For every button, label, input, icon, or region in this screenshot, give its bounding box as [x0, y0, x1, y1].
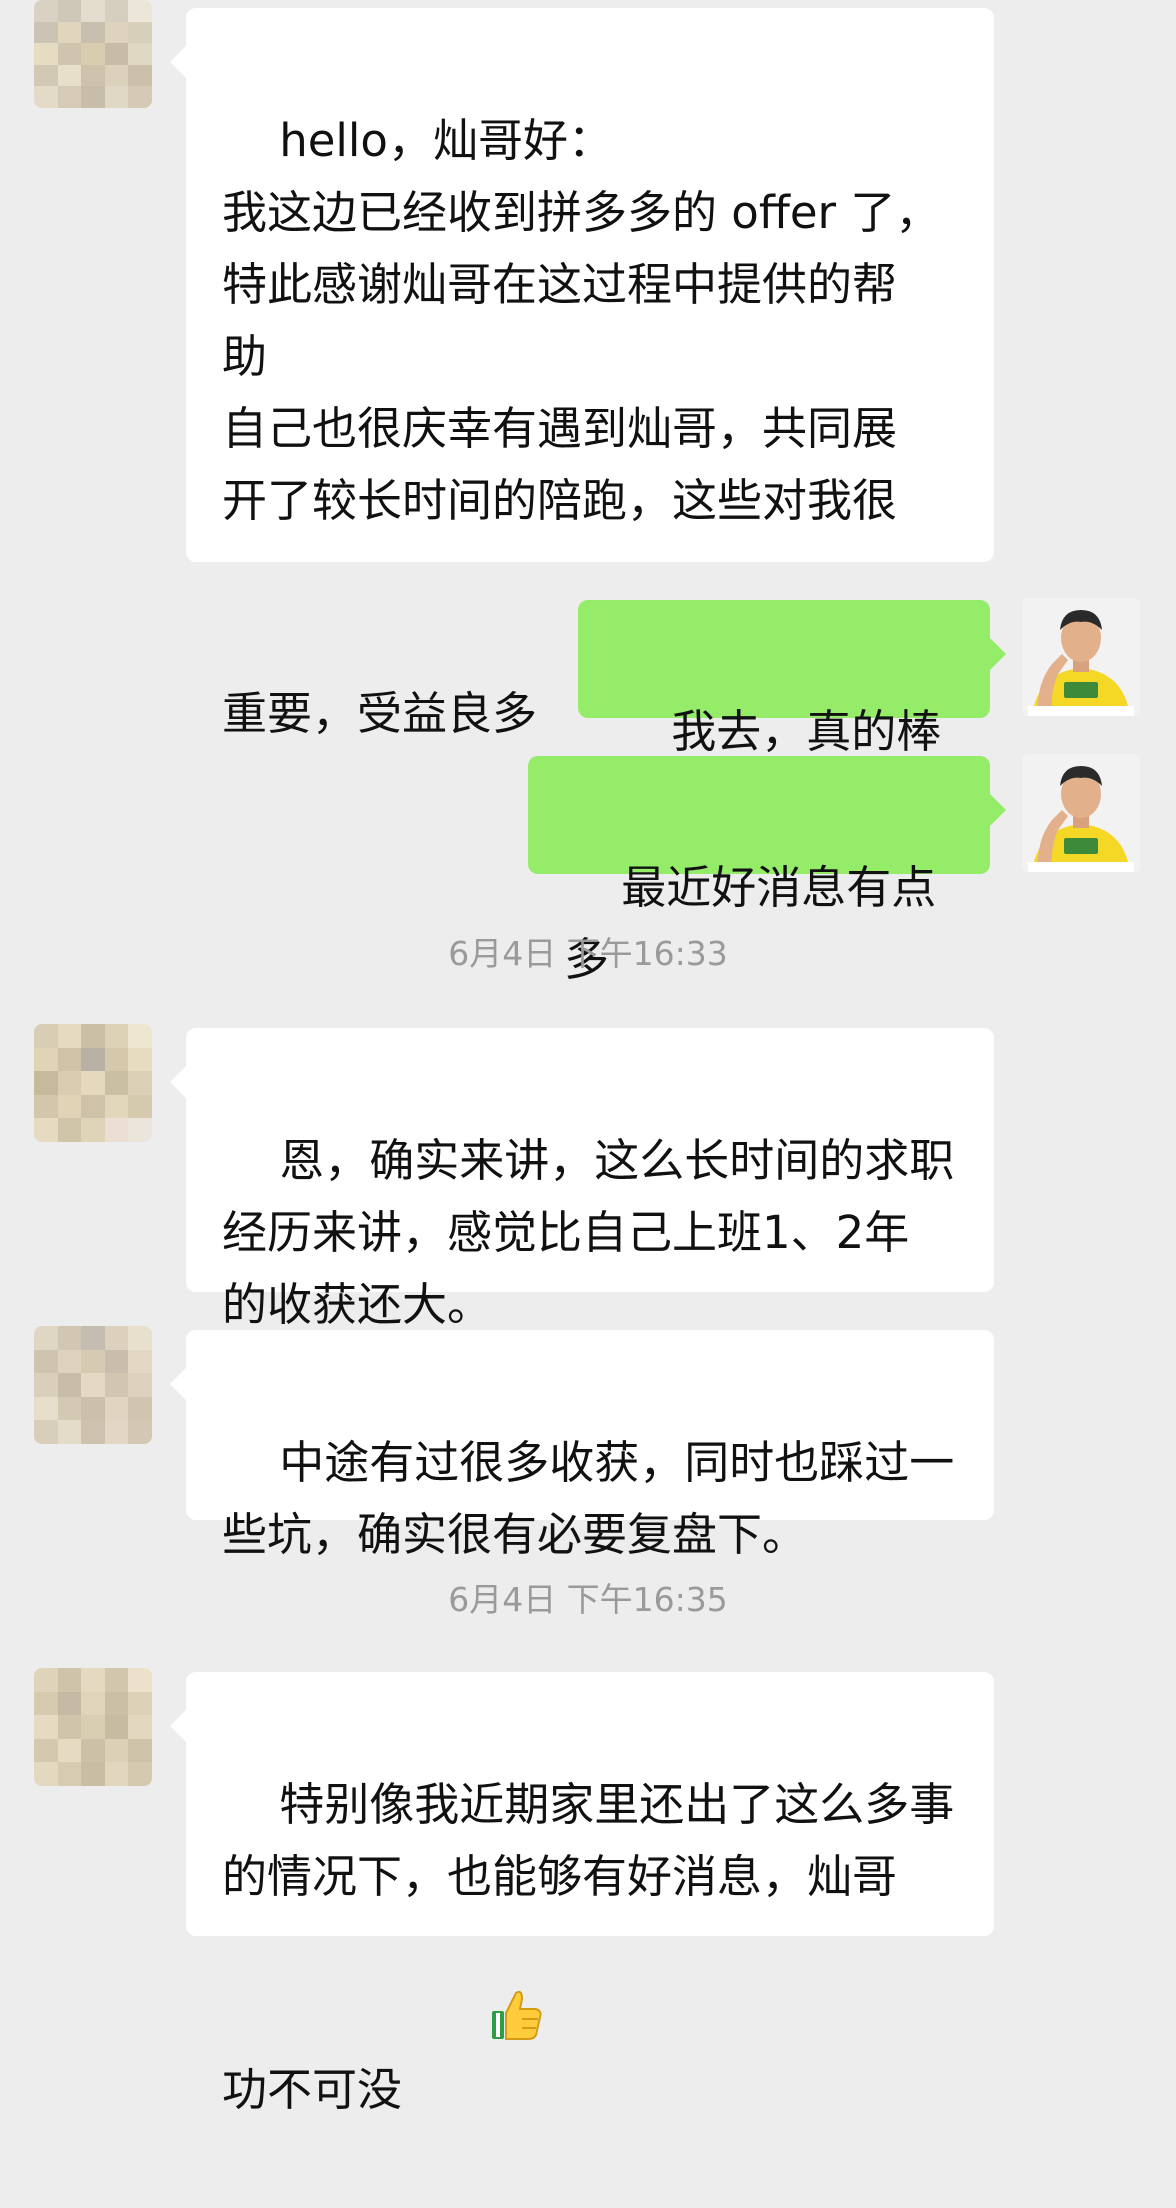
message-bubble-sent[interactable]: 最近好消息有点多 [528, 756, 1006, 986]
message-bubble-received[interactable]: hello，灿哥好： 我这边已经收到拼多多的 offer 了， 特此感谢灿哥在这… [170, 8, 994, 740]
message-bubble-sent[interactable]: 我去，真的棒啊 [578, 600, 1006, 830]
message-bubble-received[interactable]: 特别像我近期家里还出了这么多事 的情况下，也能够有好消息，灿哥 功不可没 [170, 1672, 994, 2116]
message-bubble-received[interactable]: 恩，确实来讲，这么长时间的求职 经历来讲，感觉比自己上班1、2年 的收获还大。 [170, 1028, 994, 1331]
friend-avatar[interactable] [34, 1668, 152, 1786]
message-text: 中途有过很多收获，同时也踩过一 些坑，确实很有必要复盘下。 [222, 1436, 955, 1561]
thumbs-up-emoji-icon [402, 1913, 546, 2136]
friend-avatar[interactable] [34, 1024, 152, 1142]
my-avatar[interactable] [1022, 598, 1140, 716]
my-avatar[interactable] [1022, 754, 1140, 872]
timestamp: 6月4日 下午16:33 [448, 934, 728, 973]
message-text: 恩，确实来讲，这么长时间的求职 经历来讲，感觉比自己上班1、2年 的收获还大。 [222, 1134, 955, 1331]
friend-avatar[interactable] [34, 0, 152, 108]
message-bubble-received[interactable]: 中途有过很多收获，同时也踩过一 些坑，确实很有必要复盘下。 [170, 1330, 994, 1561]
friend-avatar[interactable] [34, 1326, 152, 1444]
message-text: 特别像我近期家里还出了这么多事 的情况下，也能够有好消息，灿哥 功不可没 [222, 1778, 955, 2116]
timestamp: 6月4日 下午16:35 [448, 1580, 728, 1619]
